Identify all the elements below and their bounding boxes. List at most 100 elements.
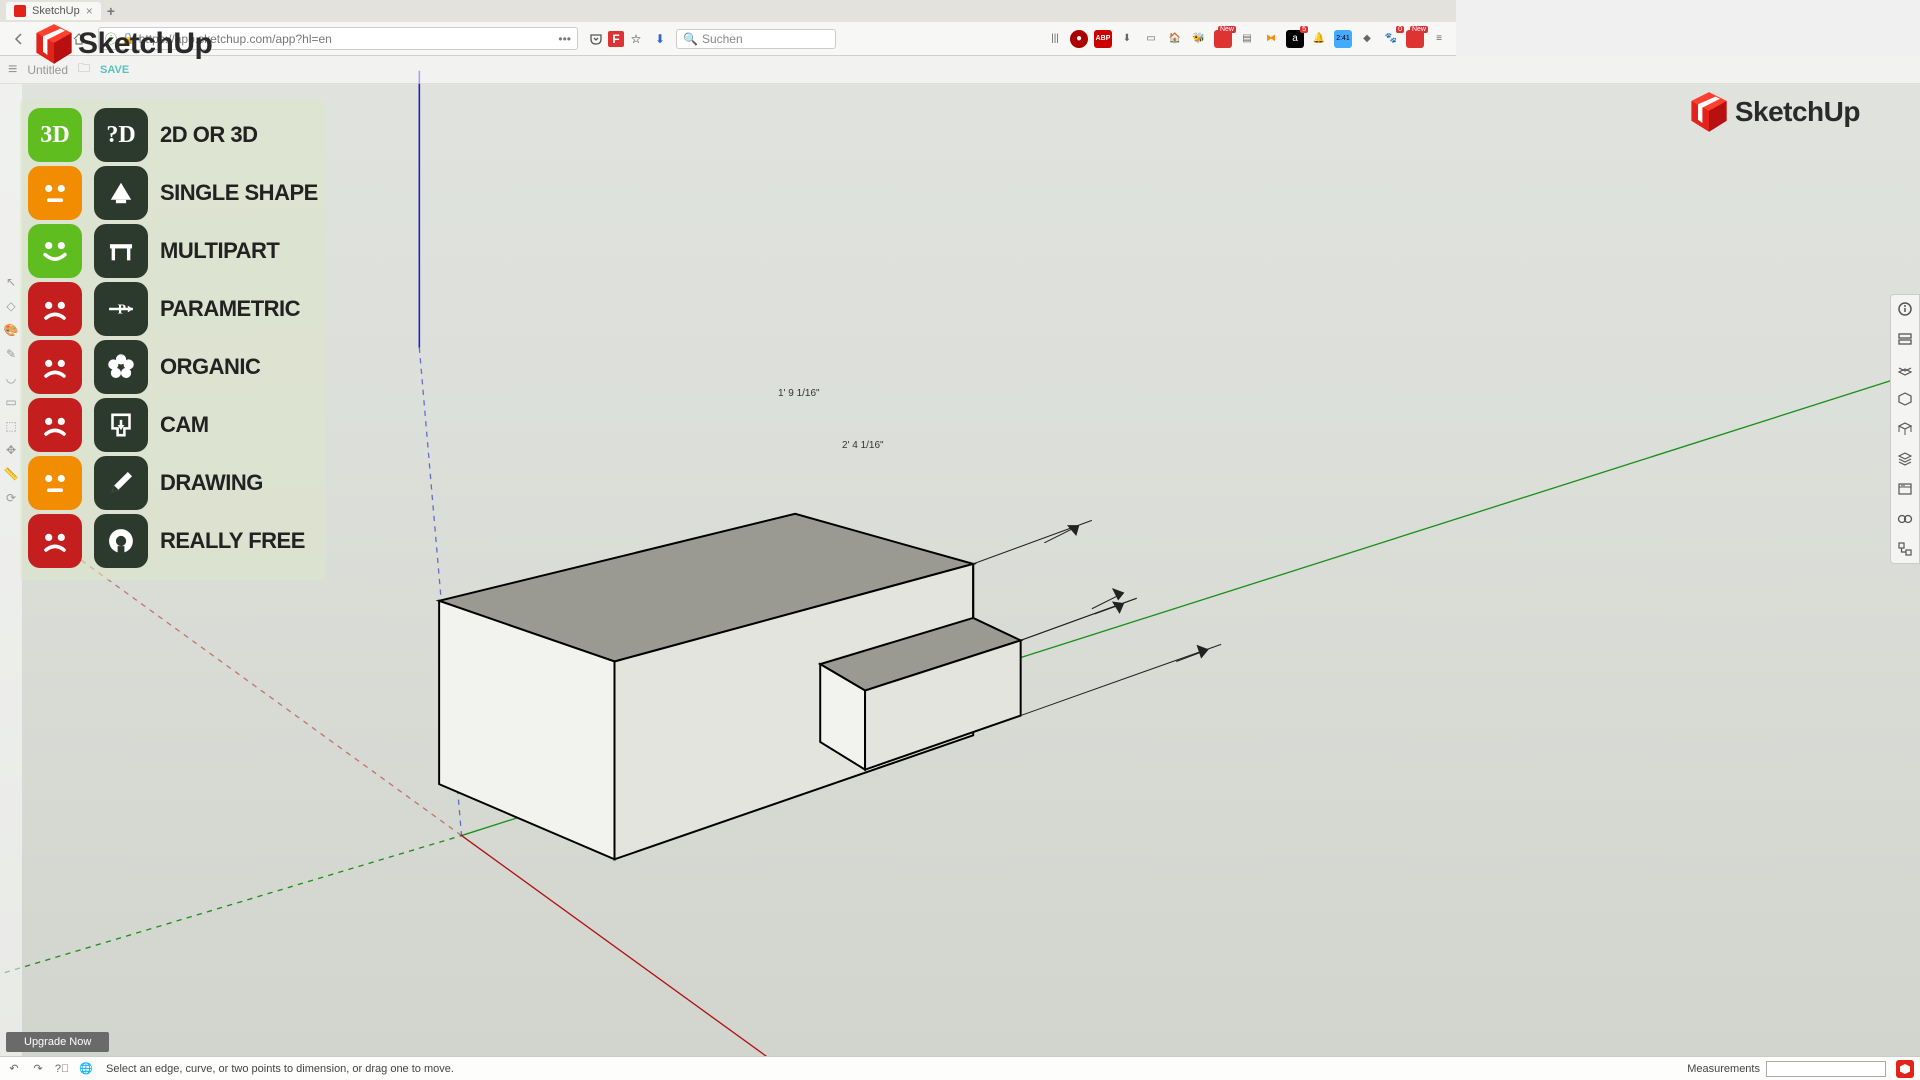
panel-components-icon[interactable] (1895, 359, 1915, 379)
feature-label-multi: MULTIPART (160, 238, 279, 264)
tool-line-icon[interactable]: ✎ (3, 346, 19, 362)
feature-label-param: PARAMETRIC (160, 296, 300, 322)
feature-row-drawing: DRAWING (28, 456, 318, 510)
sketchup-badge-icon[interactable] (1896, 1060, 1914, 1078)
right-tray (1890, 294, 1920, 564)
feature-label-organic: ORGANIC (160, 354, 260, 380)
badge-3d: 3D (28, 108, 82, 162)
tool-select-icon[interactable]: ↖ (3, 274, 19, 290)
tab-title: SketchUp (32, 5, 80, 17)
ext-bars-icon[interactable]: ||| (1046, 30, 1064, 48)
bookmark-star-icon[interactable]: ☆ (628, 31, 644, 47)
ext-a-icon[interactable]: a5 (1286, 30, 1304, 48)
browser-search[interactable]: 🔍 Suchen (676, 29, 836, 49)
download-icon[interactable]: ⬇ (652, 31, 668, 47)
browser-tab[interactable]: SketchUp × (6, 2, 101, 20)
feature-label-cam: CAM (160, 412, 209, 438)
dark-icon-flower (94, 340, 148, 394)
ext-new1-icon[interactable]: New (1214, 30, 1232, 48)
dark-icon-oss (94, 514, 148, 568)
sketchup-cube-icon (1687, 90, 1731, 134)
pocket-icon[interactable] (588, 31, 604, 47)
dimension-label-1: 1' 9 1/16" (778, 388, 820, 399)
measurements-label: Measurements (1687, 1063, 1760, 1075)
status-bar: ↶ ↷ ?⃝ 🌐 Select an edge, curve, or two p… (0, 1056, 1920, 1080)
tool-paint-icon[interactable]: 🎨 (3, 322, 19, 338)
extension-icons: ||| ● ABP ⬇ ▭ 🏠 🐝 New ▤ ⧓ a5 🔔 2:41 ◆ 🐾0… (1046, 30, 1448, 48)
browser-tab-strip: SketchUp × + (0, 0, 1456, 22)
tool-rect-icon[interactable]: ▭ (3, 394, 19, 410)
ext-msg-icon[interactable]: 2:41 (1334, 30, 1352, 48)
badge-neutral-1 (28, 166, 82, 220)
panel-info-icon[interactable] (1895, 299, 1915, 319)
browser-menu-icon[interactable]: ≡ (1430, 30, 1448, 48)
tool-eraser-icon[interactable]: ◇ (3, 298, 19, 314)
feature-row-free: REALLY FREE (28, 514, 318, 568)
measurements-input[interactable] (1766, 1061, 1886, 1077)
panel-materials-icon[interactable] (1895, 389, 1915, 409)
search-icon: 🔍 (683, 32, 698, 46)
ext-rss-icon[interactable]: ⧓ (1262, 30, 1280, 48)
panel-layers-icon[interactable] (1895, 449, 1915, 469)
ext-diamond-icon[interactable]: ◆ (1358, 30, 1376, 48)
feature-label-2d3d: 2D OR 3D (160, 122, 257, 148)
tool-tape-icon[interactable]: 📏 (3, 466, 19, 482)
badge-frown-1 (28, 282, 82, 336)
ext-new2-icon[interactable]: New (1406, 30, 1424, 48)
dark-icon-2d3d: ?D (94, 108, 148, 162)
tool-arc-icon[interactable]: ◡ (3, 370, 19, 386)
sketchup-cube-icon (32, 22, 76, 66)
feature-row-2d3d: 3D ?D 2D OR 3D (28, 108, 318, 162)
undo-icon[interactable]: ↶ (6, 1061, 22, 1077)
browser-toolbar: ⓘ 🔒 https://app.sketchup.com/app?hl=en •… (0, 22, 1456, 56)
feature-row-organic: ORGANIC (28, 340, 318, 394)
tab-favicon (14, 5, 26, 17)
ext-abp-icon[interactable]: ABP (1094, 30, 1112, 48)
ext-reader-icon[interactable]: ▭ (1142, 30, 1160, 48)
ext-bell-icon[interactable]: 🔔 (1310, 30, 1328, 48)
back-button[interactable] (8, 28, 30, 50)
ext-record-icon[interactable]: ● (1070, 30, 1088, 48)
app-menu-icon[interactable]: ≡ (8, 61, 17, 79)
panel-display-icon[interactable] (1895, 509, 1915, 529)
ext-home-icon[interactable]: 🏠 (1166, 30, 1184, 48)
sketchup-watermark: SketchUp (1687, 90, 1860, 134)
feature-label-free: REALLY FREE (160, 528, 305, 554)
logo-text: SketchUp (78, 27, 212, 61)
new-tab-button[interactable]: + (107, 3, 115, 19)
ext-red-icon[interactable]: F (608, 31, 624, 47)
status-message: Select an edge, curve, or two points to … (106, 1063, 454, 1075)
watermark-text: SketchUp (1735, 96, 1860, 128)
dark-icon-param: P (94, 282, 148, 336)
dark-icon-table (94, 224, 148, 278)
left-toolbar: ↖ ◇ 🎨 ✎ ◡ ▭ ⬚ ✥ 📏 ⟳ (0, 84, 22, 1056)
ext-download-icon[interactable]: ⬇ (1118, 30, 1136, 48)
dark-icon-shape (94, 166, 148, 220)
language-icon[interactable]: 🌐 (78, 1061, 94, 1077)
ext-bee-icon[interactable]: 🐝 (1190, 30, 1208, 48)
dark-icon-cam (94, 398, 148, 452)
feature-label-drawing: DRAWING (160, 470, 263, 496)
redo-icon[interactable]: ↷ (30, 1061, 46, 1077)
dimension-2 (1021, 598, 1221, 715)
more-icon[interactable]: ••• (558, 32, 571, 46)
help-icon[interactable]: ?⃝ (54, 1061, 70, 1077)
panel-outliner-icon[interactable] (1895, 539, 1915, 559)
feature-row-cam: CAM (28, 398, 318, 452)
panel-scenes-icon[interactable] (1895, 479, 1915, 499)
tool-orbit-icon[interactable]: ⟳ (3, 490, 19, 506)
panel-instructor-icon[interactable] (1895, 329, 1915, 349)
feature-row-multi: MULTIPART (28, 224, 318, 278)
badge-frown-3 (28, 398, 82, 452)
app-header: ≡ Untitled 🗀 SAVE (0, 56, 1920, 84)
tool-move-icon[interactable]: ✥ (3, 442, 19, 458)
tab-close-icon[interactable]: × (86, 4, 93, 18)
ext-paw-icon[interactable]: 🐾0 (1382, 30, 1400, 48)
upgrade-button[interactable]: Upgrade Now (6, 1032, 109, 1052)
badge-frown-4 (28, 514, 82, 568)
panel-styles-icon[interactable] (1895, 419, 1915, 439)
ext-page-icon[interactable]: ▤ (1238, 30, 1256, 48)
badge-smile-1 (28, 224, 82, 278)
tool-push-icon[interactable]: ⬚ (3, 418, 19, 434)
dark-icon-pencil (94, 456, 148, 510)
